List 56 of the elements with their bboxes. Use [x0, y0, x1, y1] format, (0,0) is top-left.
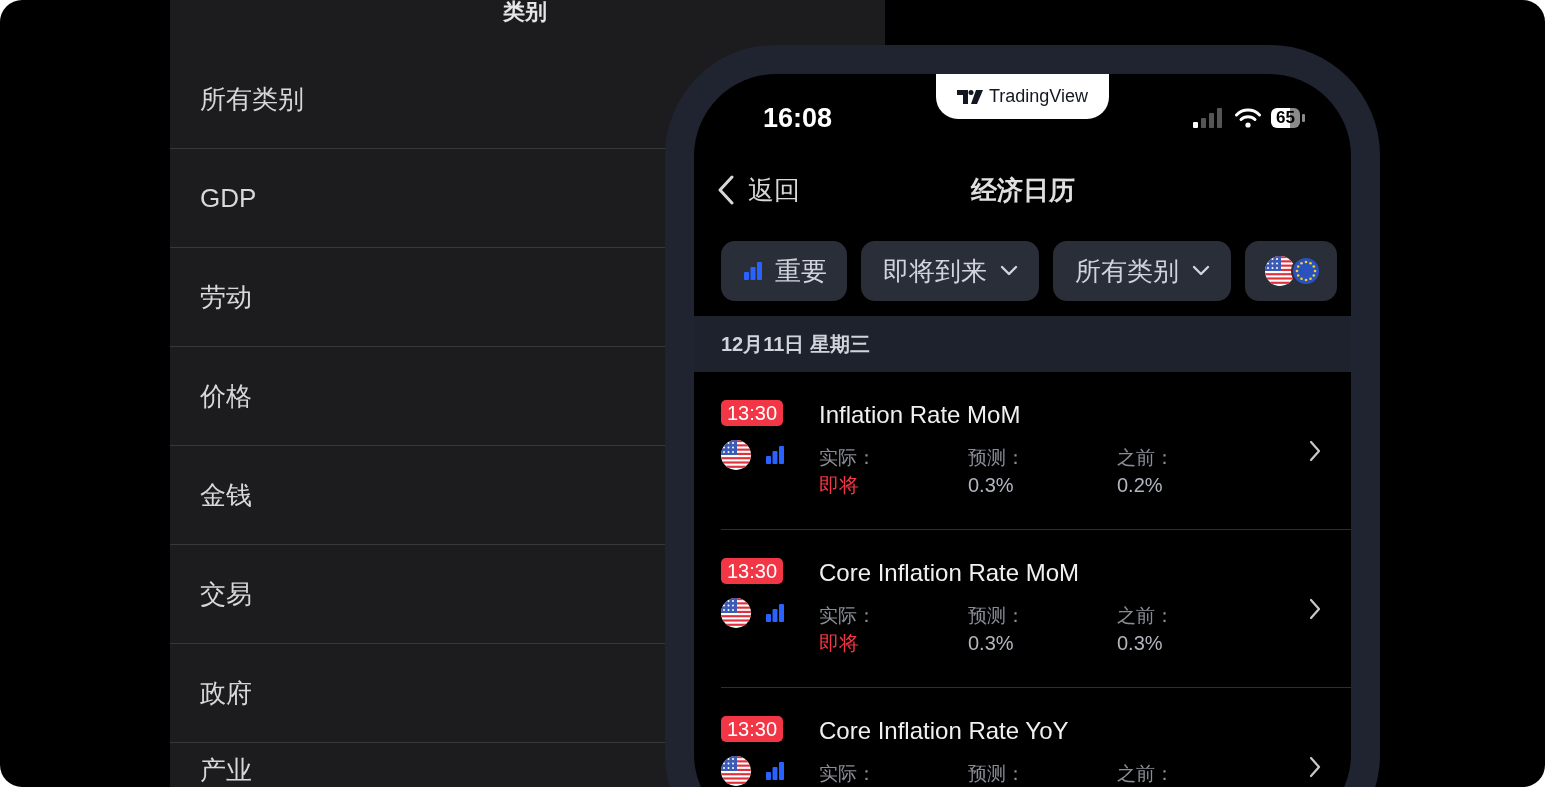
importance-bars-icon	[765, 445, 785, 465]
wifi-icon	[1235, 108, 1262, 128]
us-flag-icon	[1265, 256, 1295, 286]
filter-chip[interactable]: 所有类别	[1053, 241, 1231, 301]
filter-chip[interactable]: 即将到来	[861, 241, 1039, 301]
time-badge: 13:30	[721, 400, 784, 426]
category-item[interactable]: 政府	[200, 675, 252, 711]
panel-title: 类别	[503, 0, 547, 24]
back-button[interactable]: 返回	[718, 172, 800, 208]
field-value: 0.2%	[1117, 473, 1163, 498]
chevron-down-icon	[999, 265, 1019, 277]
chevron-right-icon[interactable]	[1309, 440, 1321, 462]
time-badge: 13:30	[721, 716, 784, 742]
chevron-left-icon	[718, 175, 734, 205]
us-flag-icon	[721, 598, 751, 628]
field-label: 预测：	[968, 604, 1025, 628]
eu-flag-icon	[1291, 256, 1321, 286]
category-item[interactable]: 价格	[200, 378, 252, 414]
status-time: 16:08	[763, 102, 833, 134]
event-title: Inflation Rate MoM	[819, 400, 1021, 430]
field-value: 0.3%	[968, 631, 1014, 656]
time-badge: 13:30	[721, 558, 784, 584]
field-value: 即将	[819, 473, 859, 498]
field-label: 预测：	[968, 762, 1025, 786]
field-label: 之前：	[1117, 446, 1174, 470]
event-title: Core Inflation Rate YoY	[819, 716, 1069, 746]
field-label: 预测：	[968, 446, 1025, 470]
chevron-down-icon	[1191, 265, 1211, 277]
importance-bars-icon	[765, 603, 785, 623]
chevron-right-icon[interactable]	[1309, 598, 1321, 620]
logo-icon	[956, 89, 983, 104]
category-item[interactable]: 劳动	[200, 279, 252, 315]
field-label: 之前：	[1117, 762, 1174, 786]
filter-chip[interactable]: 重要	[721, 241, 847, 301]
screen-title: 经济日历	[970, 173, 1075, 207]
chevron-right-icon[interactable]	[1309, 756, 1321, 778]
field-value: 0.3%	[968, 473, 1014, 498]
filter-chip[interactable]	[1245, 241, 1337, 301]
category-item[interactable]: 所有类别	[200, 81, 304, 117]
field-value: 0.3%	[1117, 631, 1163, 656]
importance-bars-icon	[743, 261, 763, 281]
category-item[interactable]: 金钱	[200, 477, 252, 513]
category-item[interactable]: 产业	[200, 753, 252, 787]
field-label: 实际：	[819, 446, 876, 470]
us-flag-icon	[721, 440, 751, 470]
event-title: Core Inflation Rate MoM	[819, 558, 1080, 588]
field-label: 实际：	[819, 604, 876, 628]
field-label: 实际：	[819, 762, 876, 786]
date-header: 12月11日 星期三	[721, 331, 870, 357]
category-item[interactable]: GDP	[200, 182, 257, 214]
brand-name: TradingView	[988, 86, 1089, 107]
field-value: 即将	[819, 631, 859, 656]
importance-bars-icon	[765, 761, 785, 781]
us-flag-icon	[721, 756, 751, 786]
field-label: 之前：	[1117, 604, 1174, 628]
category-item[interactable]: 交易	[200, 576, 252, 612]
